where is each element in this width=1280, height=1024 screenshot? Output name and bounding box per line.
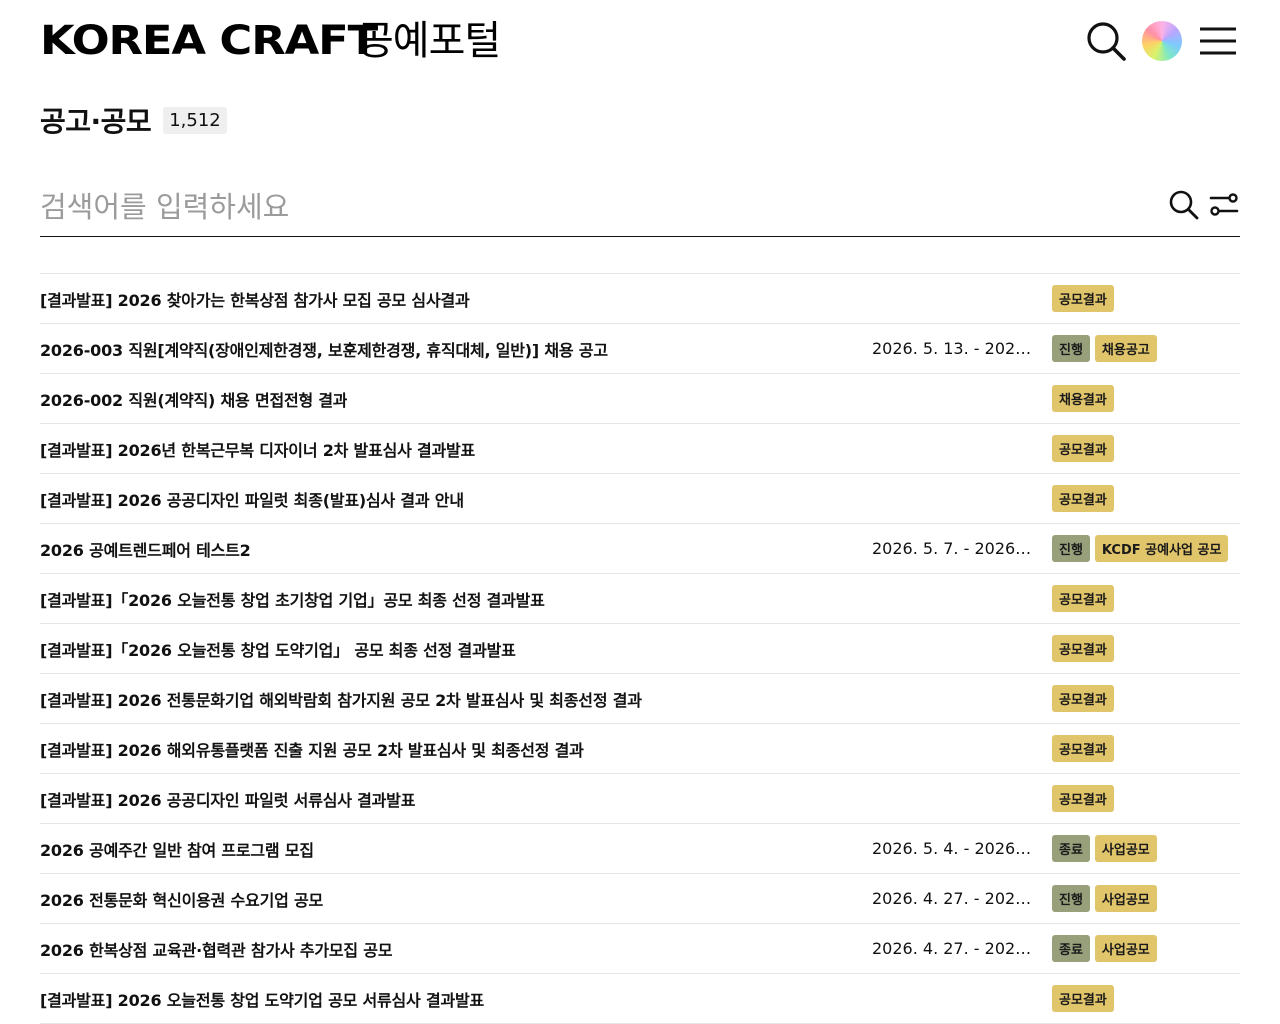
category-badge: 공모결과 bbox=[1052, 435, 1114, 462]
search-bar bbox=[40, 178, 1240, 237]
list-item-tags: 공모결과 bbox=[1052, 735, 1114, 762]
search-submit-icon[interactable] bbox=[1168, 189, 1200, 225]
list-item-tags: 공모결과 bbox=[1052, 435, 1114, 462]
list-item-title[interactable]: [결과발표]「2026 오늘전통 창업 초기창업 기업」공모 최종 선정 결과발… bbox=[40, 587, 545, 611]
category-badge: 공모결과 bbox=[1052, 635, 1114, 662]
list-item-tags: 공모결과 bbox=[1052, 985, 1114, 1012]
category-badge: 공모결과 bbox=[1052, 785, 1114, 812]
category-badge: 공모결과 bbox=[1052, 685, 1114, 712]
list-item-title[interactable]: [결과발표] 2026 오늘전통 창업 도약기업 공모 서류심사 결과발표 bbox=[40, 987, 484, 1011]
status-badge: 진행 bbox=[1052, 335, 1090, 362]
list-item[interactable]: [결과발표] 2026 찾아가는 한복상점 참가사 모집 공모 심사결과 공모결과 bbox=[40, 274, 1240, 324]
list-item[interactable]: 2026 한복상점 교육관·협력관 참가사 추가모집 공모 2026. 4. 27… bbox=[40, 924, 1240, 974]
list-item[interactable]: [결과발표] 2026년 한복근무복 디자이너 2차 발표심사 결과발표 공모결과 bbox=[40, 424, 1240, 474]
category-badge: 공모결과 bbox=[1052, 285, 1114, 312]
filter-icon[interactable] bbox=[1208, 189, 1240, 225]
list-item-date: 2026. 5. 4. - 2026. ... bbox=[872, 839, 1036, 858]
list-item[interactable]: 2026 공예주간 일반 참여 프로그램 모집 2026. 5. 4. - 202… bbox=[40, 824, 1240, 874]
header-actions bbox=[1084, 18, 1240, 64]
category-badge: 공모결과 bbox=[1052, 735, 1114, 762]
list-item-title[interactable]: [결과발표] 2026 찾아가는 한복상점 참가사 모집 공모 심사결과 bbox=[40, 287, 470, 311]
list-item-tags: 공모결과 bbox=[1052, 635, 1114, 662]
list-item-tags: 공모결과 bbox=[1052, 285, 1114, 312]
list-item-title[interactable]: [결과발표] 2026 해외유통플랫폼 진출 지원 공모 2차 발표심사 및 최… bbox=[40, 737, 584, 761]
category-badge: 사업공모 bbox=[1094, 835, 1157, 862]
list-item-title[interactable]: [결과발표]「2026 오늘전통 창업 도약기업」 공모 최종 선정 결과발표 bbox=[40, 637, 516, 661]
page-heading: 공고·공모 1,512 bbox=[40, 100, 227, 140]
list-item-tags: 진행 사업공모 bbox=[1052, 885, 1157, 912]
category-badge: 사업공모 bbox=[1094, 885, 1157, 912]
search-input[interactable] bbox=[40, 181, 1168, 233]
list-item-tags: 종료 사업공모 bbox=[1052, 935, 1157, 962]
status-badge: 진행 bbox=[1052, 885, 1090, 912]
list-item[interactable]: [결과발표]「2026 오늘전통 창업 초기창업 기업」공모 최종 선정 결과발… bbox=[40, 574, 1240, 624]
category-badge: 공모결과 bbox=[1052, 585, 1114, 612]
site-logo[interactable]: KOREA CRAFT 공예포털 bbox=[40, 18, 501, 64]
list-item-tags: 공모결과 bbox=[1052, 485, 1114, 512]
list-item-title[interactable]: 2026-003 직원[계약직(장애인제한경쟁, 보훈제한경쟁, 휴직대체, 일… bbox=[40, 337, 608, 361]
count-badge: 1,512 bbox=[163, 106, 227, 134]
list-item-title[interactable]: 2026 전통문화 혁신이용권 수요기업 공모 bbox=[40, 887, 323, 911]
list-item-title[interactable]: 2026 공예주간 일반 참여 프로그램 모집 bbox=[40, 837, 314, 861]
status-badge: 종료 bbox=[1052, 935, 1090, 962]
search-icon[interactable] bbox=[1084, 19, 1128, 63]
site-header: KOREA CRAFT 공예포털 bbox=[40, 18, 1240, 64]
logo-english: KOREA CRAFT bbox=[40, 18, 378, 64]
list-item-date: 2026. 4. 27. - 2026... bbox=[872, 939, 1036, 958]
list-item-tags: 진행 채용공고 bbox=[1052, 335, 1157, 362]
list-item-title[interactable]: [결과발표] 2026 공공디자인 파일럿 최종(발표)심사 결과 안내 bbox=[40, 487, 464, 511]
list-item[interactable]: 2026-002 직원(계약직) 채용 면접전형 결과 채용결과 bbox=[40, 374, 1240, 424]
list-item-tags: 공모결과 bbox=[1052, 585, 1114, 612]
list-item-title[interactable]: 2026 한복상점 교육관·협력관 참가사 추가모집 공모 bbox=[40, 937, 392, 961]
status-badge: 진행 bbox=[1052, 535, 1090, 562]
list-item[interactable]: 2026-003 직원[계약직(장애인제한경쟁, 보훈제한경쟁, 휴직대체, 일… bbox=[40, 324, 1240, 374]
list-item-date: 2026. 5. 13. - 2026... bbox=[872, 339, 1036, 358]
category-badge: 공모결과 bbox=[1052, 985, 1114, 1012]
notice-list: [결과발표] 2026 찾아가는 한복상점 참가사 모집 공모 심사결과 공모결과… bbox=[40, 273, 1240, 1024]
list-item-tags: 진행 KCDF 공예사업 공모 bbox=[1052, 535, 1229, 562]
list-item-date: 2026. 4. 27. - 2026... bbox=[872, 889, 1036, 908]
search-tools bbox=[1168, 189, 1240, 225]
category-badge: 채용결과 bbox=[1052, 385, 1114, 412]
logo-korean: 공예포털 bbox=[357, 18, 501, 64]
list-item[interactable]: [결과발표]「2026 오늘전통 창업 도약기업」 공모 최종 선정 결과발표 공… bbox=[40, 624, 1240, 674]
list-item[interactable]: [결과발표] 2026 해외유통플랫폼 진출 지원 공모 2차 발표심사 및 최… bbox=[40, 724, 1240, 774]
list-item[interactable]: [결과발표] 2026 공공디자인 파일럿 최종(발표)심사 결과 안내 공모결과 bbox=[40, 474, 1240, 524]
list-item[interactable]: [결과발표] 2026 전통문화기업 해외박람회 참가지원 공모 2차 발표심사… bbox=[40, 674, 1240, 724]
list-item[interactable]: [결과발표] 2026 오늘전통 창업 도약기업 공모 서류심사 결과발표 공모결… bbox=[40, 974, 1240, 1024]
list-item-title[interactable]: [결과발표] 2026 전통문화기업 해외박람회 참가지원 공모 2차 발표심사… bbox=[40, 687, 642, 711]
list-item-tags: 공모결과 bbox=[1052, 785, 1114, 812]
list-item-title[interactable]: 2026-002 직원(계약직) 채용 면접전형 결과 bbox=[40, 387, 347, 411]
theme-color-icon[interactable] bbox=[1140, 19, 1184, 63]
list-item-tags: 공모결과 bbox=[1052, 685, 1114, 712]
list-item-tags: 종료 사업공모 bbox=[1052, 835, 1157, 862]
list-item-title[interactable]: 2026 공예트렌드페어 테스트2 bbox=[40, 537, 251, 561]
list-item[interactable]: 2026 전통문화 혁신이용권 수요기업 공모 2026. 4. 27. - 20… bbox=[40, 874, 1240, 924]
list-item[interactable]: [결과발표] 2026 공공디자인 파일럿 서류심사 결과발표 공모결과 bbox=[40, 774, 1240, 824]
list-item-title[interactable]: [결과발표] 2026년 한복근무복 디자이너 2차 발표심사 결과발표 bbox=[40, 437, 475, 461]
page-title: 공고·공모 bbox=[40, 105, 152, 138]
category-badge: 공모결과 bbox=[1052, 485, 1114, 512]
category-badge: KCDF 공예사업 공모 bbox=[1094, 535, 1229, 562]
status-badge: 종료 bbox=[1052, 835, 1090, 862]
list-item-title[interactable]: [결과발표] 2026 공공디자인 파일럿 서류심사 결과발표 bbox=[40, 787, 415, 811]
hamburger-menu-icon[interactable] bbox=[1196, 19, 1240, 63]
list-item-tags: 채용결과 bbox=[1052, 385, 1114, 412]
category-badge: 사업공모 bbox=[1094, 935, 1157, 962]
list-item-date: 2026. 5. 7. - 2026. ... bbox=[872, 539, 1036, 558]
list-item[interactable]: 2026 공예트렌드페어 테스트2 2026. 5. 7. - 2026. ...… bbox=[40, 524, 1240, 574]
category-badge: 채용공고 bbox=[1094, 335, 1157, 362]
